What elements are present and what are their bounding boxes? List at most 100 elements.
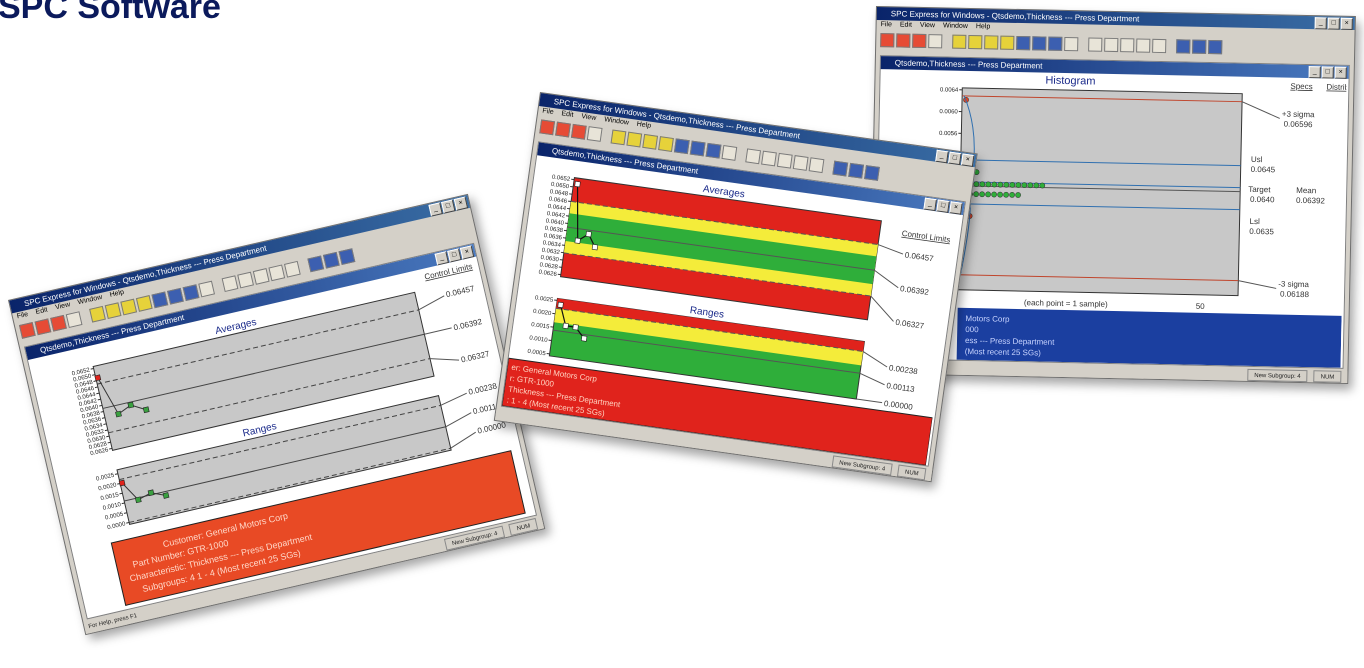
chart-icon[interactable]	[1032, 36, 1047, 51]
nav-icon[interactable]	[776, 152, 793, 169]
menu-edit[interactable]: Edit	[900, 21, 912, 31]
print-icon[interactable]	[65, 311, 83, 329]
nav-icon[interactable]	[792, 155, 809, 171]
nav-icon[interactable]	[1088, 37, 1103, 52]
chart-icon[interactable]	[705, 142, 722, 159]
data-point[interactable]	[134, 496, 142, 504]
tile-icon[interactable]	[1192, 39, 1207, 54]
help-icon[interactable]	[721, 145, 738, 161]
minimize-icon[interactable]: _	[935, 149, 949, 164]
data-point[interactable]	[557, 301, 564, 309]
new-icon[interactable]	[18, 322, 36, 339]
chart-icon[interactable]	[135, 295, 153, 312]
tile-icon[interactable]	[307, 255, 325, 273]
chart-icon[interactable]	[1016, 35, 1031, 51]
data-point[interactable]	[574, 180, 581, 188]
control-limits-label[interactable]: Control Limits	[901, 229, 951, 245]
nav-icon[interactable]	[283, 260, 301, 278]
menu-edit[interactable]: Edit	[561, 109, 574, 121]
tile-icon[interactable]	[1208, 39, 1223, 55]
chart-icon[interactable]	[952, 34, 967, 49]
data-point[interactable]	[147, 489, 155, 497]
maximize-icon[interactable]: □	[936, 199, 950, 213]
nav-icon[interactable]	[237, 271, 254, 289]
minimize-icon[interactable]: _	[923, 197, 937, 212]
data-point[interactable]	[127, 401, 135, 409]
data-point[interactable]	[572, 324, 579, 331]
data-point[interactable]	[574, 237, 581, 244]
save-icon[interactable]	[570, 123, 587, 140]
nav-icon[interactable]	[761, 150, 777, 167]
nav-icon[interactable]	[268, 264, 286, 282]
chart-icon[interactable]	[626, 131, 643, 148]
maximize-icon[interactable]: □	[1321, 66, 1334, 79]
print-icon[interactable]	[928, 34, 943, 49]
limit-leader	[429, 358, 460, 361]
tile-icon[interactable]	[322, 251, 340, 269]
open-icon[interactable]	[34, 318, 52, 336]
help-icon[interactable]	[198, 280, 216, 298]
close-icon[interactable]: ×	[949, 201, 963, 215]
menu-window[interactable]: Window	[943, 21, 968, 32]
save-icon[interactable]	[50, 314, 67, 332]
minimize-icon[interactable]: _	[1308, 66, 1321, 79]
menu-file[interactable]: File	[542, 107, 555, 118]
save-icon[interactable]	[912, 33, 927, 49]
data-point[interactable]	[162, 492, 170, 499]
nav-icon[interactable]	[1120, 38, 1135, 53]
nav-icon[interactable]	[1104, 37, 1119, 53]
close-icon[interactable]: ×	[1340, 17, 1353, 30]
chart-icon[interactable]	[1000, 35, 1015, 50]
maximize-icon[interactable]: □	[948, 151, 962, 166]
maximize-icon[interactable]: □	[1327, 17, 1340, 30]
menu-view[interactable]: View	[920, 21, 935, 31]
nav-icon[interactable]	[221, 275, 239, 293]
data-point[interactable]	[591, 243, 599, 251]
data-point[interactable]	[580, 335, 588, 342]
chart-icon[interactable]	[89, 305, 106, 323]
chart-icon[interactable]	[984, 35, 999, 50]
print-icon[interactable]	[586, 126, 603, 142]
open-icon[interactable]	[555, 121, 571, 138]
tile-icon[interactable]	[848, 162, 865, 179]
nav-icon[interactable]	[252, 268, 270, 285]
menu-help[interactable]: Help	[976, 22, 991, 32]
chart-icon[interactable]	[968, 34, 983, 50]
data-point[interactable]	[585, 230, 592, 238]
new-icon[interactable]	[539, 119, 556, 136]
new-icon[interactable]	[880, 33, 895, 48]
chart-icon[interactable]	[1048, 36, 1063, 51]
close-icon[interactable]: ×	[1334, 66, 1347, 79]
nav-icon[interactable]	[808, 157, 825, 174]
data-point[interactable]	[94, 374, 102, 382]
data-point[interactable]	[562, 322, 569, 330]
tile-icon[interactable]	[832, 160, 849, 177]
nav-icon[interactable]	[1136, 38, 1151, 53]
nav-icon[interactable]	[745, 148, 762, 165]
tile-icon[interactable]	[864, 165, 880, 181]
nav-icon[interactable]	[1152, 38, 1167, 54]
data-point[interactable]	[142, 406, 150, 414]
help-icon[interactable]	[1064, 36, 1079, 52]
chart-icon[interactable]	[673, 138, 690, 155]
tile-icon[interactable]	[338, 248, 356, 266]
minimize-icon[interactable]: _	[1314, 17, 1327, 30]
tile-icon[interactable]	[1176, 39, 1191, 54]
data-point[interactable]	[115, 410, 122, 418]
chart-icon[interactable]	[658, 136, 674, 152]
chart-icon[interactable]	[104, 302, 122, 320]
chart-icon[interactable]	[610, 129, 627, 146]
chart-icon[interactable]	[151, 291, 169, 309]
limit-leader	[859, 372, 885, 386]
distrib-tab[interactable]: Distrib	[1326, 82, 1346, 91]
specs-tab[interactable]: Specs	[1290, 82, 1312, 91]
chart-icon[interactable]	[182, 284, 200, 302]
close-icon[interactable]: ×	[960, 153, 975, 167]
chart-icon[interactable]	[689, 140, 706, 157]
chart-icon[interactable]	[167, 287, 184, 305]
menu-file[interactable]: File	[880, 20, 892, 30]
data-point[interactable]	[118, 479, 126, 487]
chart-icon[interactable]	[642, 133, 659, 150]
open-icon[interactable]	[896, 33, 911, 48]
chart-icon[interactable]	[120, 298, 138, 316]
